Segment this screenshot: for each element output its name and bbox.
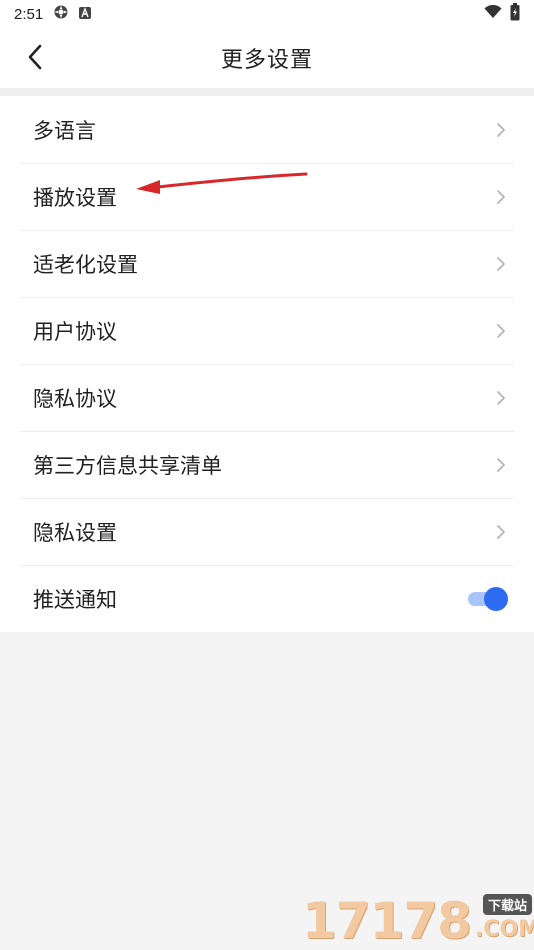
back-arrow-icon <box>27 44 43 74</box>
menu-item-third-party-sharing[interactable]: 第三方信息共享清单 <box>0 431 534 498</box>
status-time: 2:51 <box>14 5 44 23</box>
watermark-number: 17178 <box>302 892 472 950</box>
chevron-right-icon <box>494 457 508 473</box>
chevron-right-icon <box>494 323 508 339</box>
settings-menu: 多语言 播放设置 适老化设置 用户协议 隐私协议 第三方信息共享清单 隐私设置 … <box>0 96 534 632</box>
chevron-right-icon <box>494 256 508 272</box>
chevron-right-icon <box>494 189 508 205</box>
menu-item-label: 隐私协议 <box>33 386 117 411</box>
status-left: 2:51 <box>14 4 92 24</box>
wifi-icon <box>484 4 502 23</box>
menu-item-privacy-settings[interactable]: 隐私设置 <box>0 498 534 565</box>
chevron-right-icon <box>494 390 508 406</box>
section-divider <box>0 88 534 96</box>
menu-item-playback-settings[interactable]: 播放设置 <box>0 163 534 230</box>
menu-item-label: 用户协议 <box>33 319 117 344</box>
watermark-domain: .COM <box>474 917 534 942</box>
watermark-right: 下载站 .COM <box>475 894 534 942</box>
status-bar: 2:51 <box>0 0 534 28</box>
chevron-right-icon <box>494 524 508 540</box>
page-title: 更多设置 <box>220 48 313 73</box>
text-a-icon <box>79 6 92 23</box>
nav-bar: 更多设置 <box>0 28 534 88</box>
menu-item-push-notifications: 推送通知 <box>0 565 534 632</box>
watermark-logo: 17178 下载站 .COM <box>302 888 534 950</box>
menu-item-privacy-agreement[interactable]: 隐私协议 <box>0 364 534 431</box>
menu-item-label: 多语言 <box>33 118 96 143</box>
menu-item-label: 隐私设置 <box>33 520 117 545</box>
chevron-right-icon <box>494 122 508 138</box>
menu-item-user-agreement[interactable]: 用户协议 <box>0 297 534 364</box>
settings-gear-icon <box>53 4 69 24</box>
menu-item-label: 播放设置 <box>33 185 117 210</box>
menu-item-language[interactable]: 多语言 <box>0 96 534 163</box>
battery-icon <box>510 3 520 25</box>
menu-item-label: 适老化设置 <box>33 252 138 277</box>
menu-item-label: 推送通知 <box>33 587 117 612</box>
watermark-tag: 下载站 <box>483 894 533 915</box>
menu-item-elderly-mode[interactable]: 适老化设置 <box>0 230 534 297</box>
push-notification-toggle[interactable] <box>468 586 508 611</box>
back-button[interactable] <box>18 42 52 76</box>
menu-item-label: 第三方信息共享清单 <box>33 453 222 478</box>
status-right <box>484 3 520 25</box>
toggle-thumb <box>484 586 508 611</box>
